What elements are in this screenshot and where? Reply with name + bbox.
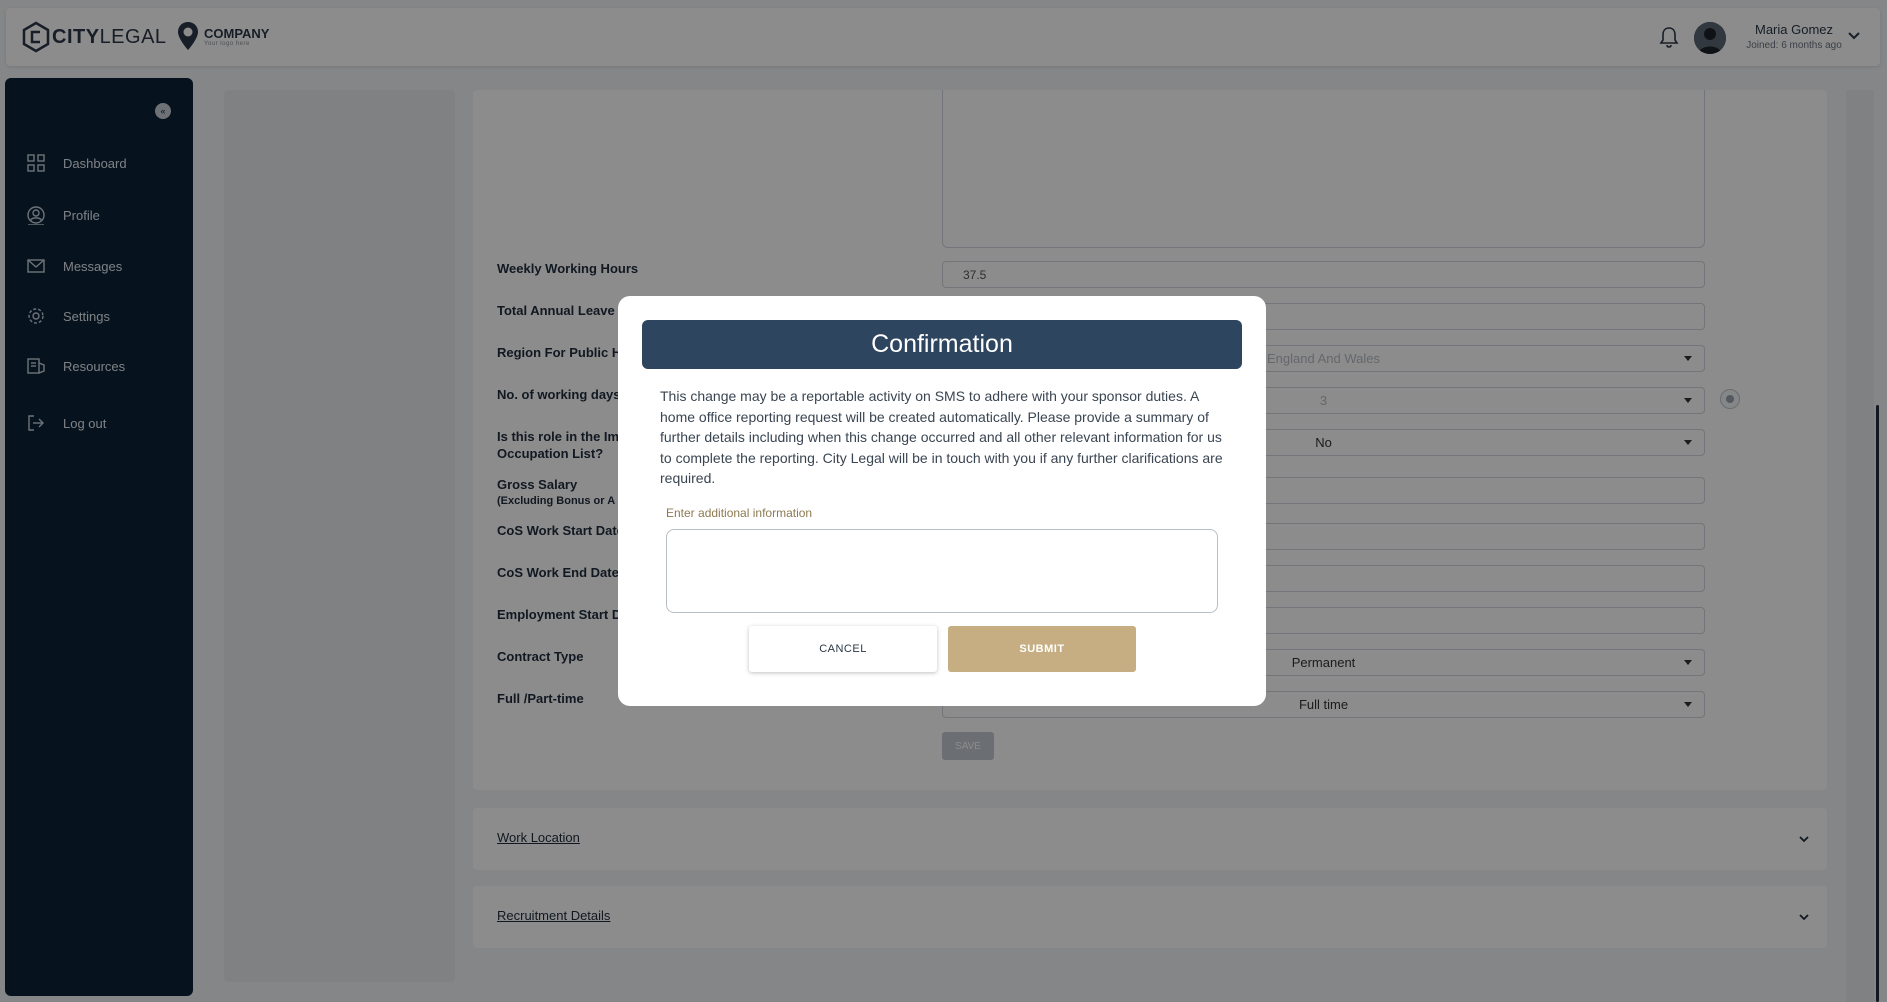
additional-info-input[interactable] (666, 529, 1218, 613)
confirmation-dialog: Confirmation This change may be a report… (618, 296, 1266, 706)
additional-info-label: Enter additional information (666, 506, 813, 520)
dialog-message: This change may be a reportable activity… (660, 388, 1223, 486)
cancel-button[interactable]: CANCEL (749, 626, 937, 672)
dialog-title: Confirmation (642, 320, 1242, 369)
submit-button[interactable]: SUBMIT (948, 626, 1136, 672)
